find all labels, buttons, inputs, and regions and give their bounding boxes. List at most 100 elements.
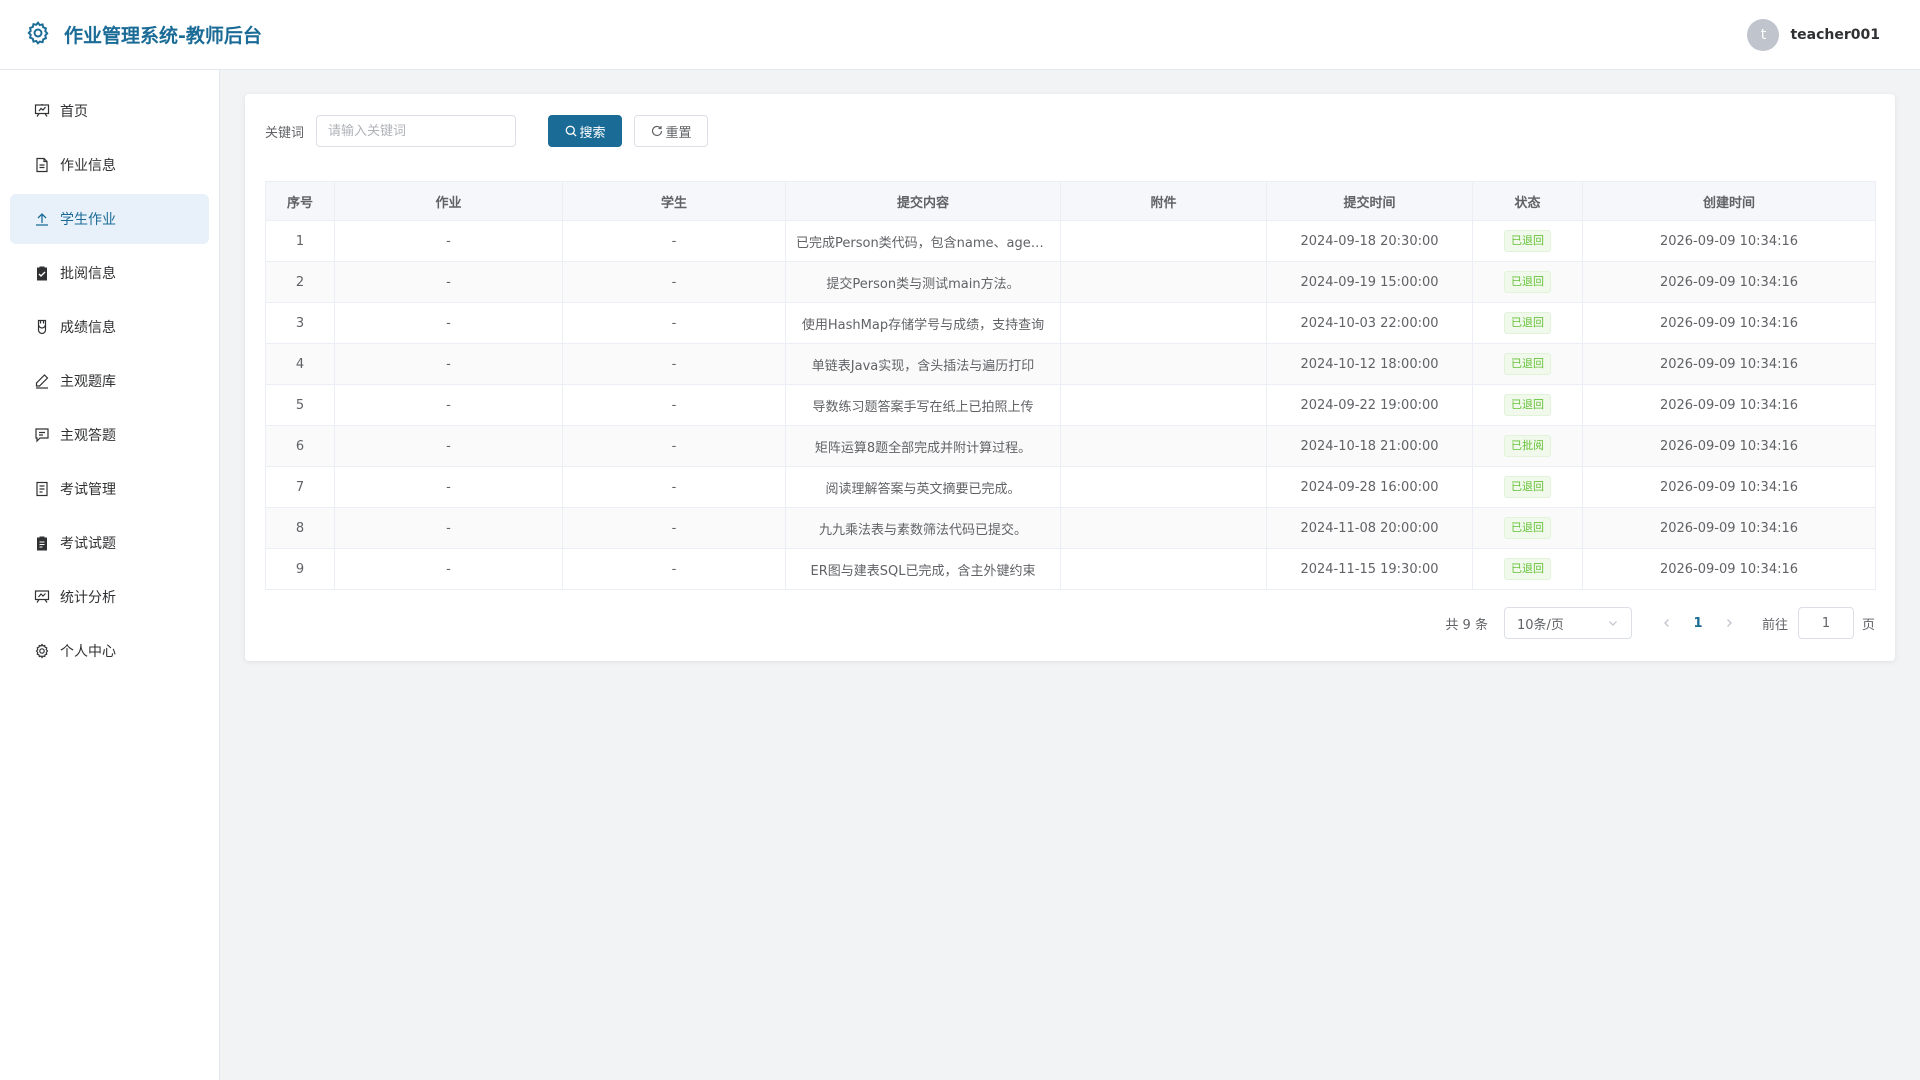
table-row[interactable]: 9 - - ER图与建表SQL已完成，含主外键约束 2024-11-15 19:… — [265, 548, 1876, 590]
column-header: 作业 — [334, 181, 563, 221]
cell-attachment — [1060, 466, 1267, 508]
cell-submit-time: 2024-11-15 19:30:00 — [1266, 548, 1473, 590]
cell-student: - — [562, 384, 786, 426]
sidebar-item-student-homework[interactable]: 学生作业 — [10, 194, 209, 244]
sidebar-item-label: 考试管理 — [60, 482, 116, 498]
table-row[interactable]: 2 - - 提交Person类与测试main方法。 2024-09-19 15:… — [265, 261, 1876, 303]
medal-icon — [34, 319, 50, 335]
top-header: 作业管理系统-教师后台 t teacher001 — [0, 0, 1920, 70]
table-row[interactable]: 6 - - 矩阵运算8题全部完成并附计算过程。 2024-10-18 21:00… — [265, 425, 1876, 467]
cell-student: - — [562, 261, 786, 303]
cell-student: - — [562, 343, 786, 385]
refresh-icon — [651, 125, 662, 137]
sidebar-item-exam-management[interactable]: 考试管理 — [10, 464, 209, 514]
cell-submit-time: 2024-09-19 15:00:00 — [1266, 261, 1473, 303]
cell-student: - — [562, 302, 786, 344]
cell-created: 2026-09-09 10:34:16 — [1582, 343, 1876, 385]
table-row[interactable]: 7 - - 阅读理解答案与英文摘要已完成。 2024-09-28 16:00:0… — [265, 466, 1876, 508]
clipboard-check-icon — [34, 265, 50, 281]
cell-status: 已退回 — [1472, 548, 1583, 590]
table-row[interactable]: 3 - - 使用HashMap存储学号与成绩，支持查询 2024-10-03 2… — [265, 302, 1876, 344]
table-row[interactable]: 5 - - 导数练习题答案手写在纸上已拍照上传 2024-09-22 19:00… — [265, 384, 1876, 426]
cell-attachment — [1060, 384, 1267, 426]
cell-content: 导数练习题答案手写在纸上已拍照上传 — [785, 384, 1061, 426]
cell-created: 2026-09-09 10:34:16 — [1582, 507, 1876, 549]
cell-student: - — [562, 548, 786, 590]
table-row[interactable]: 1 - - 已完成Person类代码，包含name、age属性 2024-09-… — [265, 220, 1876, 262]
cell-student: - — [562, 220, 786, 262]
cell-attachment — [1060, 343, 1267, 385]
cell-status: 已退回 — [1472, 261, 1583, 303]
reset-button-label: 重置 — [665, 125, 692, 141]
cell-no: 1 — [265, 220, 335, 262]
cell-status: 已批阅 — [1472, 425, 1583, 467]
main-card: 关键词 搜索 重置 序号 作业 学生 提交内容 附件 提交 — [245, 94, 1895, 661]
keyword-input[interactable] — [316, 115, 517, 147]
status-badge: 已退回 — [1504, 558, 1551, 580]
sidebar-item-label: 成绩信息 — [60, 320, 116, 336]
cell-homework: - — [334, 425, 563, 467]
cell-attachment — [1060, 425, 1267, 467]
table-row[interactable]: 8 - - 九九乘法表与素数筛法代码已提交。 2024-11-08 20:00:… — [265, 507, 1876, 549]
column-header: 序号 — [265, 181, 335, 221]
status-badge: 已退回 — [1504, 394, 1551, 416]
goto-page-input[interactable] — [1797, 607, 1854, 639]
cell-no: 5 — [265, 384, 335, 426]
chat-icon — [34, 427, 50, 443]
gear-icon — [27, 21, 49, 45]
user-menu[interactable]: t teacher001 — [1747, 19, 1880, 51]
sidebar-item-statistics[interactable]: 统计分析 — [10, 572, 209, 622]
cell-no: 3 — [265, 302, 335, 344]
chevron-left-icon — [1664, 619, 1669, 627]
cell-homework: - — [334, 220, 563, 262]
cell-status: 已退回 — [1472, 302, 1583, 344]
prev-page-button[interactable] — [1652, 608, 1682, 638]
search-button-label: 搜索 — [579, 125, 606, 141]
sidebar-item-personal-center[interactable]: 个人中心 — [10, 626, 209, 676]
submissions-table: 序号 作业 学生 提交内容 附件 提交时间 状态 创建时间 1 - - 已完成P… — [265, 181, 1876, 590]
sidebar-item-label: 统计分析 — [60, 590, 116, 606]
cell-created: 2026-09-09 10:34:16 — [1582, 220, 1876, 262]
cell-no: 8 — [265, 507, 335, 549]
cell-homework: - — [334, 261, 563, 303]
avatar[interactable]: t — [1747, 19, 1780, 51]
upload-icon — [34, 211, 50, 227]
cell-student: - — [562, 466, 786, 508]
column-header: 学生 — [562, 181, 786, 221]
sidebar-item-label: 主观题库 — [60, 374, 116, 390]
cell-created: 2026-09-09 10:34:16 — [1582, 466, 1876, 508]
cell-homework: - — [334, 343, 563, 385]
cell-no: 7 — [265, 466, 335, 508]
cell-content: 阅读理解答案与英文摘要已完成。 — [785, 466, 1061, 508]
status-badge: 已退回 — [1504, 476, 1551, 498]
username[interactable]: teacher001 — [1790, 27, 1880, 43]
search-button[interactable]: 搜索 — [548, 115, 623, 147]
cell-submit-time: 2024-10-03 22:00:00 — [1266, 302, 1473, 344]
cell-homework: - — [334, 507, 563, 549]
sidebar-item-score-info[interactable]: 成绩信息 — [10, 302, 209, 352]
sidebar-item-exam-questions[interactable]: 考试试题 — [10, 518, 209, 568]
cell-created: 2026-09-09 10:34:16 — [1582, 548, 1876, 590]
cell-content: 使用HashMap存储学号与成绩，支持查询 — [785, 302, 1061, 344]
sidebar-item-label: 考试试题 — [60, 536, 116, 552]
next-page-button[interactable] — [1714, 608, 1744, 638]
cell-no: 2 — [265, 261, 335, 303]
column-header: 提交内容 — [785, 181, 1061, 221]
sidebar-item-subjective-bank[interactable]: 主观题库 — [10, 356, 209, 406]
sidebar-item-homework-info[interactable]: 作业信息 — [10, 140, 209, 190]
sidebar-item-subjective-answer[interactable]: 主观答题 — [10, 410, 209, 460]
page-number-current[interactable]: 1 — [1682, 616, 1714, 631]
setting-icon — [34, 643, 50, 659]
sidebar-item-home[interactable]: 首页 — [10, 86, 209, 136]
cell-content: 矩阵运算8题全部完成并附计算过程。 — [785, 425, 1061, 467]
pagination: 共 9 条 10条/页 1 前往 页 — [1445, 607, 1875, 639]
reset-button[interactable]: 重置 — [634, 115, 709, 147]
page-size-select[interactable]: 10条/页 — [1503, 607, 1632, 639]
cell-submit-time: 2024-09-28 16:00:00 — [1266, 466, 1473, 508]
cell-no: 6 — [265, 425, 335, 467]
column-header: 提交时间 — [1266, 181, 1473, 221]
table-row[interactable]: 4 - - 单链表Java实现，含头插法与遍历打印 2024-10-12 18:… — [265, 343, 1876, 385]
cell-submit-time: 2024-09-18 20:30:00 — [1266, 220, 1473, 262]
sidebar-item-review-info[interactable]: 批阅信息 — [10, 248, 209, 298]
cell-no: 9 — [265, 548, 335, 590]
